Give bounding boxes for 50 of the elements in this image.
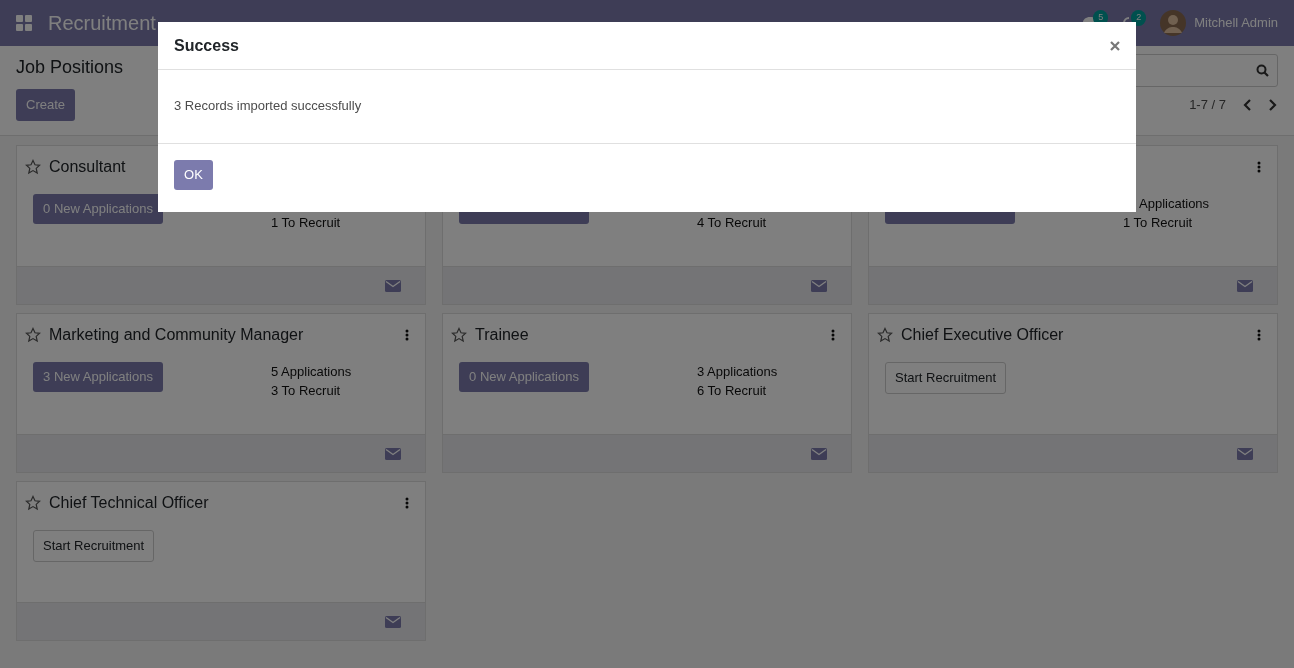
dialog-title: Success: [174, 35, 240, 56]
stat-text: 4 To Recruit: [697, 214, 767, 232]
job-title[interactable]: Chief Executive Officer: [901, 323, 1064, 347]
envelope-icon[interactable]: [811, 447, 827, 460]
star-icon[interactable]: [25, 327, 41, 343]
job-title[interactable]: Trainee: [475, 323, 529, 347]
stat-text: Applications: [1138, 195, 1210, 213]
start-recruitment-button[interactable]: Start Recruitment: [885, 362, 1007, 394]
stat-text: 1 To Recruit: [271, 214, 341, 232]
kebab-menu-icon[interactable]: [405, 329, 409, 341]
user-name[interactable]: Mitchell Admin: [1194, 13, 1278, 33]
search-icon[interactable]: [1256, 64, 1269, 77]
kebab-menu-icon[interactable]: [1257, 329, 1261, 341]
dialog-message: 3 Records imported successfully: [174, 98, 362, 113]
envelope-icon[interactable]: [811, 279, 827, 292]
star-icon[interactable]: [877, 327, 893, 343]
next-icon[interactable]: [1268, 97, 1278, 112]
envelope-icon[interactable]: [385, 279, 401, 292]
kebab-menu-icon[interactable]: [831, 329, 835, 341]
close-icon[interactable]: [1110, 40, 1120, 51]
envelope-icon[interactable]: [385, 615, 401, 628]
avatar[interactable]: [1160, 10, 1187, 36]
app-name[interactable]: Recruitment: [48, 8, 156, 38]
job-title[interactable]: Chief Technical Officer: [49, 491, 209, 515]
star-icon[interactable]: [25, 159, 41, 175]
stat-text: 1 To Recruit: [1123, 214, 1194, 232]
star-icon[interactable]: [25, 495, 41, 511]
envelope-icon[interactable]: [1237, 279, 1253, 292]
count-badge: 2: [1131, 10, 1147, 26]
pager-value: 1-7 / 7: [1189, 96, 1226, 114]
create-button[interactable]: Create: [16, 89, 76, 121]
ok-button[interactable]: OK: [174, 160, 213, 190]
stat-text: 3 To Recruit: [271, 382, 342, 400]
stat-text: 5 Applications: [271, 363, 352, 381]
envelope-icon[interactable]: [1237, 447, 1253, 460]
new-applications-button[interactable]: 0 New Applications: [459, 362, 589, 392]
previous-icon[interactable]: [1242, 97, 1252, 112]
page-title: Job Positions: [16, 56, 125, 79]
stat-text: 3 Applications: [697, 363, 778, 381]
apps-menu-icon[interactable]: [16, 15, 32, 31]
kebab-menu-icon[interactable]: [1257, 161, 1261, 173]
stat-text: 6 To Recruit: [697, 382, 768, 400]
new-applications-button[interactable]: 0 New Applications: [33, 194, 163, 224]
envelope-icon[interactable]: [385, 447, 401, 460]
star-icon[interactable]: [451, 327, 467, 343]
job-title[interactable]: Marketing and Community Manager: [49, 323, 304, 347]
start-recruitment-button[interactable]: Start Recruitment: [33, 530, 155, 562]
kebab-menu-icon[interactable]: [405, 497, 409, 509]
job-title[interactable]: Consultant: [49, 155, 126, 179]
new-applications-button[interactable]: 3 New Applications: [33, 362, 163, 392]
